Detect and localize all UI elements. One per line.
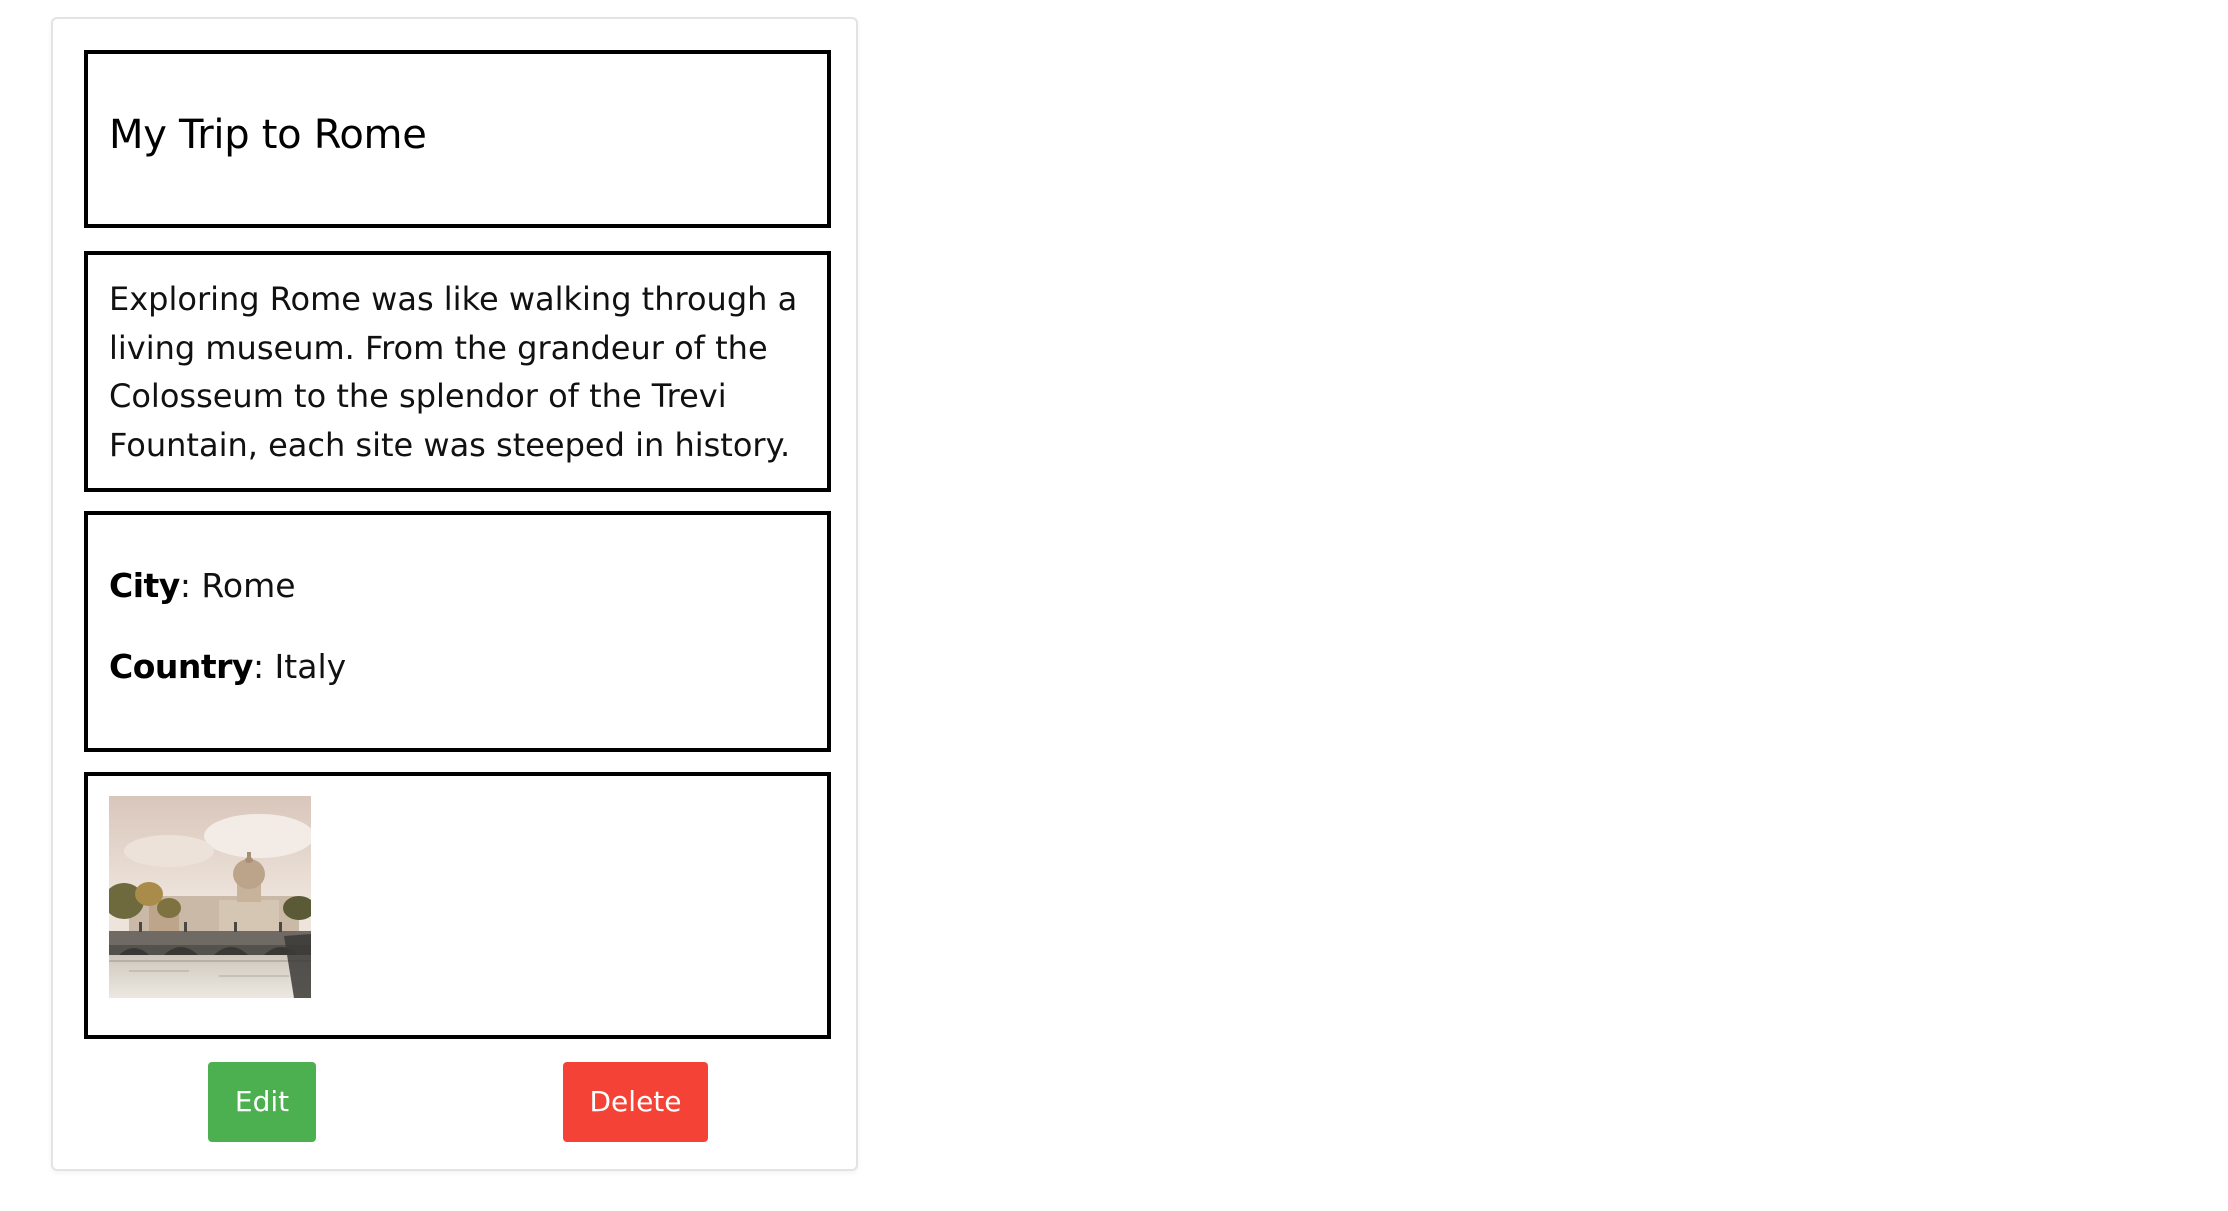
edit-button[interactable]: Edit xyxy=(208,1062,316,1142)
location-section: City: Rome Country: Italy xyxy=(84,511,831,752)
city-value: : Rome xyxy=(179,566,296,605)
image-section xyxy=(84,772,831,1039)
city-row: City: Rome xyxy=(109,566,296,605)
delete-button[interactable]: Delete xyxy=(563,1062,708,1142)
post-title: My Trip to Rome xyxy=(109,112,427,158)
title-section: My Trip to Rome xyxy=(84,50,831,228)
description-section: Exploring Rome was like walking through … xyxy=(84,251,831,492)
city-label: City xyxy=(109,566,180,605)
country-value: : Italy xyxy=(252,647,347,686)
country-label: Country xyxy=(109,647,253,686)
post-description: Exploring Rome was like walking through … xyxy=(109,280,798,464)
rome-photo xyxy=(109,796,311,998)
travel-post-card: My Trip to Rome Exploring Rome was like … xyxy=(51,17,858,1171)
country-row: Country: Italy xyxy=(109,647,346,686)
